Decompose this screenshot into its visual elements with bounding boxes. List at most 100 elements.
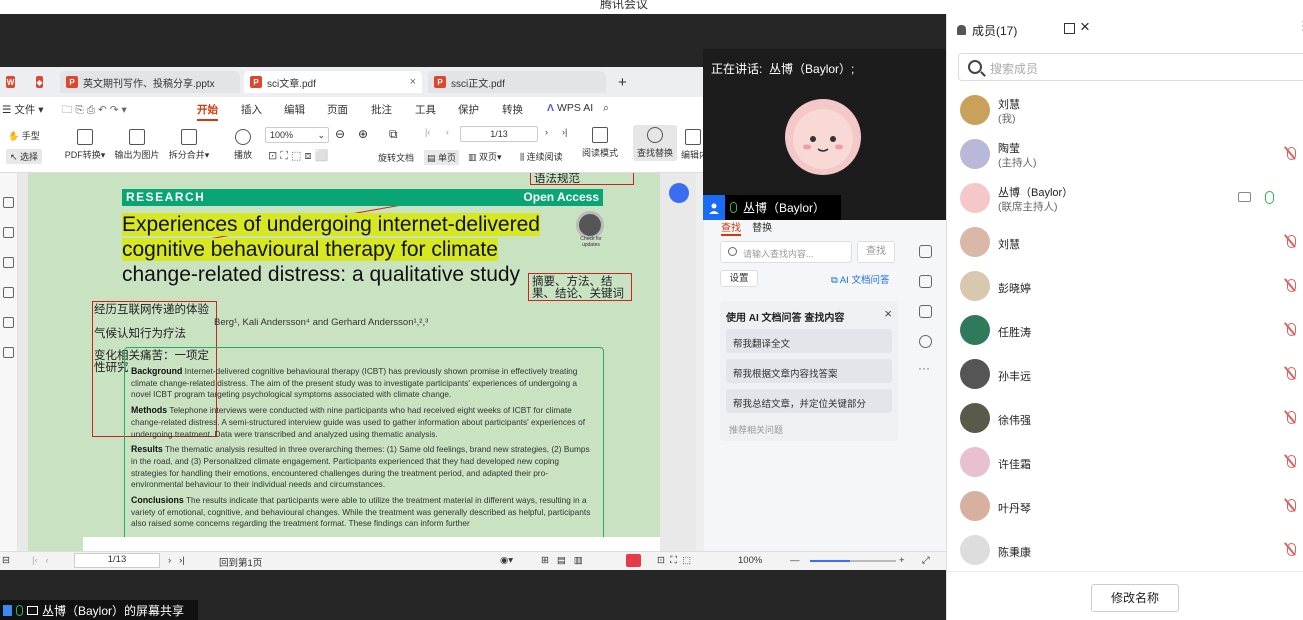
- member-row[interactable]: 叶丹琴: [947, 485, 1303, 529]
- more-icon[interactable]: ⋮: [1297, 18, 1303, 34]
- fit-icons[interactable]: ⊡ ⛶ ⬚: [657, 555, 691, 566]
- ai-suggestion-answer[interactable]: 帮我根据文章内容找答案: [726, 359, 892, 383]
- rotate-doc-button[interactable]: 旋转文档: [378, 151, 414, 164]
- find-button[interactable]: 查找: [857, 241, 895, 263]
- menu-start[interactable]: 开始: [197, 102, 218, 121]
- ai-suggestion-summary[interactable]: 帮我总结文章，并定位关键部分: [726, 389, 892, 413]
- double-page-button[interactable]: ▥ 双页▾: [468, 150, 502, 163]
- filter-icon[interactable]: [919, 275, 932, 288]
- menu-annotate[interactable]: 批注: [371, 102, 392, 117]
- tab-ssci-pdf[interactable]: P ssci正文.pdf: [428, 71, 606, 93]
- speaker-heading: 正在讲话: 丛博（Baylor）;: [711, 62, 855, 76]
- wps-logo-icon[interactable]: W: [0, 71, 26, 93]
- new-tab-icon[interactable]: +: [612, 71, 642, 93]
- single-page-button[interactable]: ▤ 单页: [424, 150, 460, 165]
- eye-icon[interactable]: ◉▾: [500, 555, 513, 566]
- annotation-t2[interactable]: 气候认知行为疗法: [94, 325, 186, 341]
- more-icon[interactable]: ···: [918, 361, 930, 375]
- select-tool-button[interactable]: ↖ 选择: [6, 149, 43, 164]
- back-to-first-link[interactable]: 回到第1页: [219, 555, 262, 569]
- continuous-read-button[interactable]: ⫼ 连续阅读: [520, 150, 563, 163]
- first-page-icon[interactable]: |‹: [425, 127, 430, 137]
- zoom-select[interactable]: 100% ⌄: [265, 127, 329, 143]
- zoom-in-icon[interactable]: ⊕: [358, 127, 368, 141]
- status-page-input[interactable]: 1/13: [74, 553, 160, 568]
- member-row[interactable]: 刘慧 (我): [947, 89, 1303, 133]
- signature-icon[interactable]: [3, 317, 14, 328]
- close-icon[interactable]: ×: [884, 306, 892, 321]
- map-icon[interactable]: [919, 305, 932, 318]
- tab-sci-pdf[interactable]: P sci文章.pdf ×: [244, 71, 422, 93]
- member-row[interactable]: 丛博（Baylor） (联席主持人): [947, 177, 1303, 221]
- close-tab-icon[interactable]: ×: [410, 76, 416, 88]
- doc-scrollbar[interactable]: [696, 173, 704, 551]
- menu-convert[interactable]: 转换: [502, 102, 523, 117]
- status-view-icons[interactable]: ⊞ ▤ ▥: [541, 555, 583, 566]
- menu-file[interactable]: ☰ 文件 ▾: [2, 102, 44, 117]
- settings-button[interactable]: 设置: [720, 270, 758, 287]
- first-page-icon[interactable]: |‹ ‹: [32, 555, 49, 566]
- fullscreen-icon[interactable]: ⤢: [922, 555, 930, 566]
- tab-find[interactable]: 查找: [721, 223, 741, 236]
- next-page-icon[interactable]: › ›|: [168, 555, 185, 566]
- zoom-in-icon[interactable]: +: [899, 555, 905, 566]
- quick-toolbar-icons[interactable]: 🗀 ⎘ ⎙ ↶ ↷ ▾: [62, 102, 127, 120]
- pdf-home-icon[interactable]: ◆: [30, 71, 54, 93]
- rename-button[interactable]: 修改名称: [1091, 584, 1179, 612]
- pdf-convert-button[interactable]: PDF转换▾: [60, 129, 110, 161]
- ai-suggestion-translate[interactable]: 帮我翻译全文: [726, 329, 892, 353]
- member-search-input[interactable]: 搜索成员: [958, 53, 1303, 81]
- member-row[interactable]: 陶莹 (主持人): [947, 133, 1303, 177]
- play-slideshow-icon[interactable]: [626, 554, 641, 567]
- check-updates-icon[interactable]: [576, 211, 604, 239]
- view-tool-icons[interactable]: ⊡ ⛶ ⬚ ⧈ ⬜: [268, 149, 328, 163]
- edit-content-button[interactable]: 编辑内: [681, 129, 705, 161]
- tab-pptx[interactable]: P 英文期刊写作、投稿分享.pptx: [60, 71, 240, 93]
- menu-tools[interactable]: 工具: [415, 102, 436, 117]
- member-row[interactable]: 孙丰远: [947, 353, 1303, 397]
- menu-insert[interactable]: 插入: [241, 102, 262, 117]
- member-row[interactable]: 徐伟强: [947, 397, 1303, 441]
- play-button[interactable]: 播放: [230, 129, 256, 161]
- bookmark-icon[interactable]: [3, 197, 14, 208]
- attachment-icon[interactable]: [3, 287, 14, 298]
- page-tool-icon[interactable]: ⧉: [389, 127, 398, 142]
- annotation-t1[interactable]: 经历互联网传递的体验: [94, 301, 209, 317]
- search-icon[interactable]: ⌕: [603, 102, 609, 115]
- member-row[interactable]: 任胜涛: [947, 309, 1303, 353]
- annotation-grammar[interactable]: 语法规范: [530, 173, 634, 185]
- translate-float-icon[interactable]: [669, 183, 689, 203]
- member-row[interactable]: 许佳霜: [947, 441, 1303, 485]
- ai-doc-qa-link[interactable]: ⧉ AI 文档问答: [831, 272, 890, 286]
- reading-mode-button[interactable]: 阅读模式: [580, 127, 620, 159]
- member-row[interactable]: 陈秉康: [947, 529, 1303, 573]
- member-row[interactable]: 刘慧: [947, 221, 1303, 265]
- prev-page-icon[interactable]: ‹: [446, 127, 449, 137]
- tab-replace[interactable]: 替换: [752, 223, 772, 234]
- annotation-summary[interactable]: 摘要、方法、结果、结论、关键词: [528, 273, 632, 301]
- sidebar-toggle-icon[interactable]: ⊟: [2, 555, 10, 566]
- popout-icon[interactable]: [1064, 23, 1075, 34]
- menu-edit[interactable]: 编辑: [284, 102, 305, 117]
- status-zoom[interactable]: 100%: [738, 555, 762, 566]
- menu-protect[interactable]: 保护: [458, 102, 479, 117]
- page-input[interactable]: 1/13: [460, 126, 538, 142]
- export-image-button[interactable]: 输出为图片: [112, 129, 162, 161]
- close-icon[interactable]: ×: [1080, 17, 1090, 37]
- zoom-out-icon[interactable]: —: [790, 555, 800, 566]
- member-row[interactable]: 彭晓婷: [947, 265, 1303, 309]
- zoom-out-icon[interactable]: ⊖: [335, 127, 345, 141]
- menu-wps-ai[interactable]: Ʌ WPS AI: [547, 102, 593, 114]
- menu-page[interactable]: 页面: [327, 102, 348, 117]
- comment-icon[interactable]: [3, 257, 14, 268]
- last-page-icon[interactable]: ›|: [562, 127, 567, 137]
- find-input[interactable]: 请输入查找内容...: [720, 241, 852, 263]
- help-icon[interactable]: [919, 335, 932, 348]
- layers-icon[interactable]: [3, 347, 14, 358]
- next-page-icon[interactable]: ›: [545, 127, 548, 137]
- thumbnail-icon[interactable]: [3, 227, 14, 238]
- find-replace-button[interactable]: 查找替换: [633, 125, 677, 161]
- split-merge-button[interactable]: 拆分合并▾: [164, 129, 214, 161]
- replace-icon[interactable]: [919, 245, 932, 258]
- hand-tool-button[interactable]: ✋ 手型: [8, 129, 40, 142]
